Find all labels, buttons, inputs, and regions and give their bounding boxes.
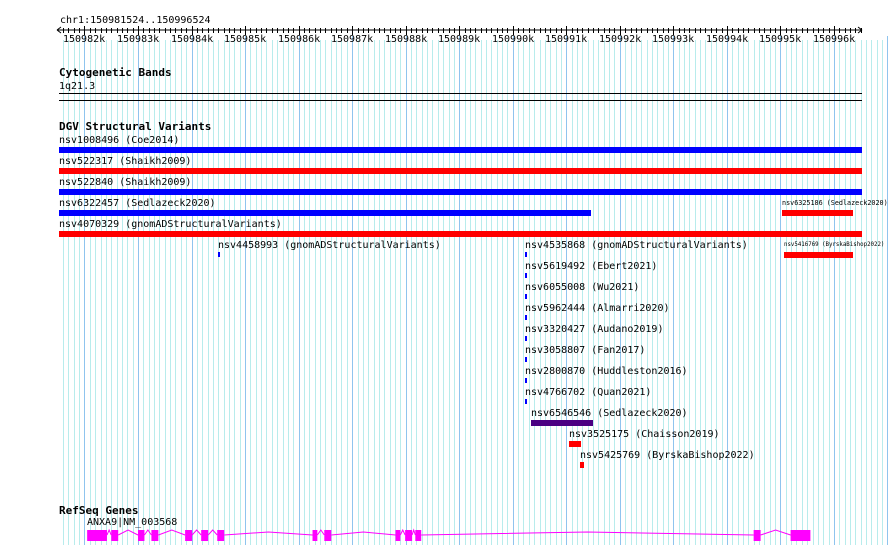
ruler-tick-label: 150988k: [385, 34, 428, 45]
variant-bar-nsv6055008[interactable]: [525, 294, 527, 299]
ruler-tick-label: 150996k: [813, 34, 856, 45]
grid-lines: [63, 36, 888, 545]
feature-label-nsv3320427[interactable]: nsv3320427 (Audano2019): [525, 324, 663, 335]
feature-label-nsv6055008[interactable]: nsv6055008 (Wu2021): [525, 282, 639, 293]
exon[interactable]: [790, 530, 811, 541]
exon[interactable]: [415, 530, 422, 541]
variant-bar-nsv522317[interactable]: [59, 168, 862, 174]
feature-label-nsv5425769[interactable]: nsv5425769 (ByrskaBishop2022): [580, 450, 755, 461]
variant-bar-nsv5416769[interactable]: [784, 252, 853, 258]
exon[interactable]: [111, 530, 119, 541]
ruler-tick-label: 150995k: [759, 34, 802, 45]
feature-label-nsv3525175[interactable]: nsv3525175 (Chaisson2019): [569, 429, 720, 440]
exon[interactable]: [185, 530, 193, 541]
feature-label-nsv1008496[interactable]: nsv1008496 (Coe2014): [59, 135, 179, 146]
variant-bar-nsv522840[interactable]: [59, 189, 862, 195]
ruler-tick-label: 150985k: [224, 34, 267, 45]
feature-label-nsv4535868[interactable]: nsv4535868 (gnomADStructuralVariants): [525, 240, 748, 251]
feature-label-nsv2800870[interactable]: nsv2800870 (Huddleston2016): [525, 366, 688, 377]
feature-label-nsv5416769[interactable]: nsv5416769 (ByrskaBishop2022): [784, 240, 884, 251]
exon[interactable]: [151, 530, 159, 541]
exon[interactable]: [138, 530, 145, 541]
exon[interactable]: [312, 530, 318, 541]
variant-bar-nsv5425769[interactable]: [580, 462, 584, 468]
feature-label-nsv5962444[interactable]: nsv5962444 (Almarri2020): [525, 303, 670, 314]
ruler-tick-label: 150986k: [278, 34, 321, 45]
variant-bar-nsv6546546[interactable]: [531, 420, 593, 426]
ruler-tick-label: 150993k: [652, 34, 695, 45]
gene-model-anxa9[interactable]: [0, 527, 890, 543]
variant-bar-nsv3058807[interactable]: [525, 357, 527, 362]
cytobands-track-title: Cytogenetic Bands: [59, 66, 172, 79]
ruler-tick-label: 150987k: [331, 34, 374, 45]
refseq-track-title: RefSeq Genes: [59, 504, 139, 517]
cytoband-label[interactable]: 1q21.3: [59, 81, 95, 92]
feature-label-nsv522317[interactable]: nsv522317 (Shaikh2009): [59, 156, 191, 167]
feature-label-nsv6546546[interactable]: nsv6546546 (Sedlazeck2020): [531, 408, 688, 419]
variant-bar-nsv5962444[interactable]: [525, 315, 527, 320]
ruler-tick-label: 150982k: [63, 34, 106, 45]
exon[interactable]: [87, 530, 107, 541]
exon[interactable]: [201, 530, 209, 541]
exon[interactable]: [753, 530, 761, 541]
exon[interactable]: [395, 530, 401, 541]
feature-label-nsv6325186[interactable]: nsv6325186 (Sedlazeck2020): [782, 198, 888, 209]
variant-bar-nsv5619492[interactable]: [525, 273, 527, 278]
variant-bar-nsv3525175[interactable]: [569, 441, 581, 447]
variant-bar-nsv6325186[interactable]: [782, 210, 853, 216]
exon[interactable]: [217, 530, 225, 541]
feature-label-nsv4766702[interactable]: nsv4766702 (Quan2021): [525, 387, 651, 398]
variant-bar-nsv6322457[interactable]: [59, 210, 591, 216]
variant-bar-nsv3320427[interactable]: [525, 336, 527, 341]
ruler-tick-label: 150989k: [438, 34, 481, 45]
feature-label-nsv5619492[interactable]: nsv5619492 (Ebert2021): [525, 261, 657, 272]
variant-bar-nsv4070329[interactable]: [59, 231, 862, 237]
variant-bar-nsv4766702[interactable]: [525, 399, 527, 404]
exon[interactable]: [324, 530, 332, 541]
ruler-tick-label: 150983k: [117, 34, 160, 45]
variant-bar-nsv2800870[interactable]: [525, 378, 527, 383]
feature-label-nsv3058807[interactable]: nsv3058807 (Fan2017): [525, 345, 645, 356]
intron-line: [106, 528, 791, 536]
ruler-tick-label: 150984k: [171, 34, 214, 45]
track-divider: [59, 100, 862, 101]
variant-bar-nsv1008496[interactable]: [59, 147, 862, 153]
ruler-tick-label: 150990k: [492, 34, 535, 45]
ruler-tick-label: 150991k: [545, 34, 588, 45]
dgv-track-title: DGV Structural Variants: [59, 120, 212, 133]
feature-label-nsv6322457[interactable]: nsv6322457 (Sedlazeck2020): [59, 198, 216, 209]
ruler-tick-label: 150992k: [599, 34, 642, 45]
cytoband-line: [59, 93, 862, 94]
exon[interactable]: [405, 530, 413, 541]
feature-label-nsv522840[interactable]: nsv522840 (Shaikh2009): [59, 177, 191, 188]
feature-label-nsv4070329[interactable]: nsv4070329 (gnomADStructuralVariants): [59, 219, 282, 230]
ruler-tick-label: 150994k: [706, 34, 749, 45]
feature-label-nsv4458993[interactable]: nsv4458993 (gnomADStructuralVariants): [218, 240, 441, 251]
variant-bar-nsv4458993[interactable]: [218, 252, 220, 257]
variant-bar-nsv4535868[interactable]: [525, 252, 527, 257]
